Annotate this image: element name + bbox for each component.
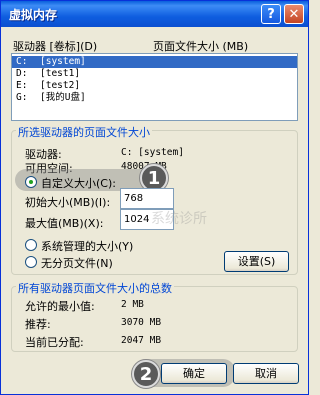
- drive-letter: G:: [16, 92, 28, 103]
- help-icon[interactable]: ?: [261, 4, 281, 24]
- drive-label: [我的U盘]: [40, 92, 86, 103]
- min-allowed-label: 允许的最小值:: [25, 300, 95, 313]
- current-allocated-value: 2047 MB: [121, 335, 162, 346]
- total-size-group-title: 所有驱动器页面文件大小的总数: [16, 280, 174, 296]
- custom-size-radio[interactable]: [25, 176, 37, 188]
- set-button[interactable]: 设置(S): [224, 251, 289, 272]
- drive-value: C: [system]: [121, 147, 184, 158]
- drive-letter: E:: [16, 80, 28, 91]
- watermark: 系统诊所: [151, 211, 207, 227]
- drive-list[interactable]: C: [system] D: [test1] E: [test2] G: [我的…: [11, 53, 298, 121]
- current-allocated-label: 当前已分配:: [25, 336, 84, 349]
- selected-drive-group-title: 所选驱动器的页面文件大小: [16, 124, 152, 140]
- recommended-label: 推荐:: [25, 318, 51, 331]
- drive-row[interactable]: E: [test2]: [12, 80, 297, 92]
- pagefile-column-header: 页面文件大小 (MB): [153, 40, 249, 53]
- system-managed-radio[interactable]: [25, 239, 37, 251]
- step-2-badge: 2: [132, 360, 160, 388]
- drive-row[interactable]: C: [system]: [12, 56, 297, 68]
- no-paging-file-radio[interactable]: [25, 256, 37, 268]
- initial-size-input[interactable]: 768: [120, 188, 174, 209]
- drive-label: [test1]: [40, 68, 81, 79]
- ok-button[interactable]: 确定: [161, 363, 227, 384]
- drive-row[interactable]: D: [test1]: [12, 68, 297, 80]
- recommended-value: 3070 MB: [121, 317, 162, 328]
- drive-column-header: 驱动器 [卷标](D): [13, 40, 98, 53]
- custom-size-label: 自定义大小(C):: [41, 177, 116, 190]
- close-icon[interactable]: ✕: [284, 4, 304, 24]
- title-bar[interactable]: 虚拟内存 ? ✕: [1, 1, 308, 27]
- drive-letter: C:: [16, 56, 28, 67]
- no-paging-file-label: 无分页文件(N): [41, 257, 113, 270]
- drive-letter: D:: [16, 68, 28, 79]
- drive-label: [test2]: [40, 80, 81, 91]
- system-managed-label: 系统管理的大小(Y): [41, 240, 134, 253]
- max-size-label: 最大值(MB)(X):: [25, 217, 104, 230]
- cancel-button[interactable]: 取消: [233, 363, 299, 384]
- drive-label: [system]: [40, 56, 86, 67]
- drive-row[interactable]: G: [我的U盘]: [12, 92, 297, 104]
- initial-size-label: 初始大小(MB)(I):: [25, 196, 111, 209]
- min-allowed-value: 2 MB: [121, 299, 144, 310]
- window-title: 虚拟内存: [9, 8, 58, 22]
- virtual-memory-dialog: 虚拟内存 ? ✕ 驱动器 [卷标](D) 页面文件大小 (MB) C: [sys…: [0, 0, 309, 395]
